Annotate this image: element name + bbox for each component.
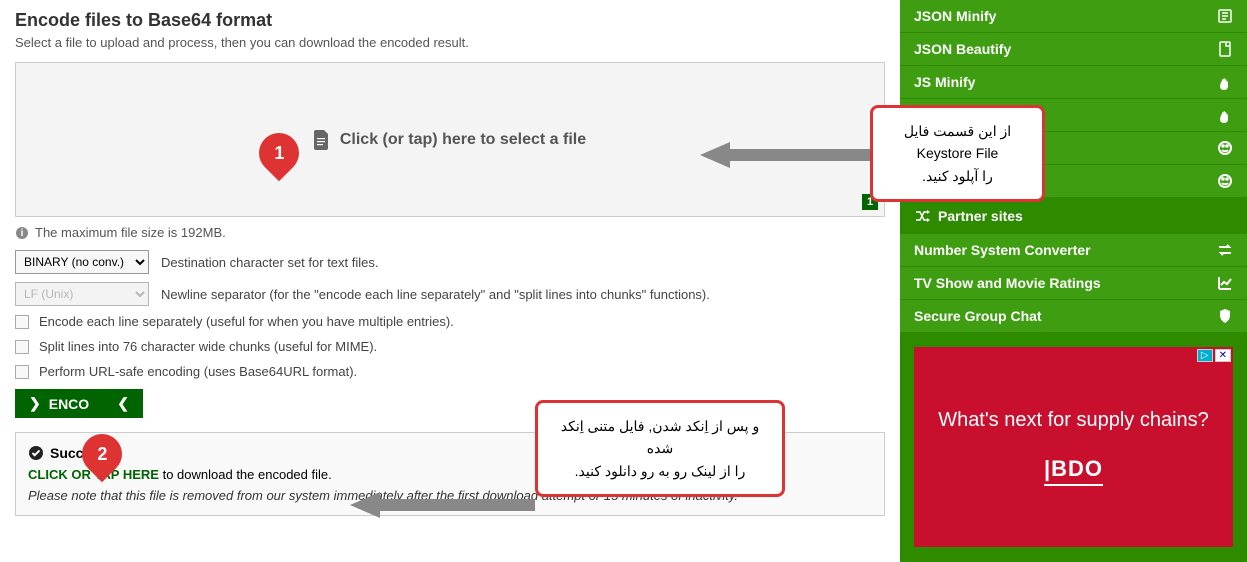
smile-icon: [1217, 173, 1233, 189]
smile-icon: [1217, 140, 1233, 156]
ad-headline: What's next for supply chains?: [938, 409, 1209, 432]
max-size-hint: i The maximum file size is 192MB.: [15, 225, 885, 240]
callout-2: و پس از اِنکد شدن, فایل متنی اِنکد شده ر…: [535, 400, 785, 497]
callout-1: از این قسمت فایل Keystore File را آپلود …: [870, 105, 1045, 202]
shield-icon: [1217, 308, 1233, 324]
chevron-left-icon: ❮: [117, 395, 129, 412]
newline-separator-select: LF (Unix): [15, 282, 149, 306]
swap-icon: [1217, 242, 1233, 258]
split-chunks-label: Split lines into 76 character wide chunk…: [39, 339, 377, 354]
hand-icon: [1217, 107, 1233, 123]
minify-icon: [1217, 8, 1233, 24]
page-title: Encode files to Base64 format: [15, 10, 885, 31]
sidebar: JSON Minify JSON Beautify JS Minify JS B…: [900, 0, 1247, 562]
encode-each-line-label: Encode each line separately (useful for …: [39, 314, 454, 329]
ad-close-icon[interactable]: ✕: [1215, 349, 1231, 362]
page-subtitle: Select a file to upload and process, the…: [15, 35, 885, 50]
check-circle-icon: [28, 445, 44, 461]
split-chunks-checkbox[interactable]: [15, 340, 29, 354]
partner-sites-header: Partner sites: [900, 198, 1247, 234]
chevron-right-icon: ❯: [29, 395, 41, 412]
url-safe-label: Perform URL-safe encoding (uses Base64UR…: [39, 364, 357, 379]
encode-each-line-checkbox[interactable]: [15, 315, 29, 329]
info-icon: i: [15, 226, 29, 240]
sidebar-item-json-beautify[interactable]: JSON Beautify: [900, 33, 1247, 66]
destination-charset-label: Destination character set for text files…: [161, 255, 378, 270]
hand-icon: [1217, 74, 1233, 90]
beautify-icon: [1217, 41, 1233, 57]
arrow-2: [350, 490, 535, 520]
sidebar-item-tv-ratings[interactable]: TV Show and Movie Ratings: [900, 267, 1247, 300]
svg-text:i: i: [21, 228, 24, 239]
url-safe-checkbox[interactable]: [15, 365, 29, 379]
ad-controls: ▷ ✕: [1197, 349, 1231, 362]
sidebar-item-json-minify[interactable]: JSON Minify: [900, 0, 1247, 33]
ad-logo: |BDO: [1044, 456, 1103, 486]
destination-charset-select[interactable]: BINARY (no conv.): [15, 250, 149, 274]
sidebar-item-js-minify[interactable]: JS Minify: [900, 66, 1247, 99]
ad-banner[interactable]: ▷ ✕ What's next for supply chains? |BDO: [914, 347, 1233, 547]
dropzone-label: Click (or tap) here to select a file: [314, 130, 586, 150]
file-icon: [314, 130, 330, 150]
chart-icon: [1217, 275, 1233, 291]
newline-separator-label: Newline separator (for the "encode each …: [161, 287, 710, 302]
arrow-1: [700, 140, 870, 170]
ad-info-icon[interactable]: ▷: [1197, 349, 1213, 362]
sidebar-item-number-converter[interactable]: Number System Converter: [900, 234, 1247, 267]
sidebar-item-secure-chat[interactable]: Secure Group Chat: [900, 300, 1247, 333]
main-panel: Encode files to Base64 format Select a f…: [0, 0, 900, 562]
encode-button[interactable]: ❯ ENCO ❮: [15, 389, 143, 418]
shuffle-icon: [914, 208, 930, 224]
